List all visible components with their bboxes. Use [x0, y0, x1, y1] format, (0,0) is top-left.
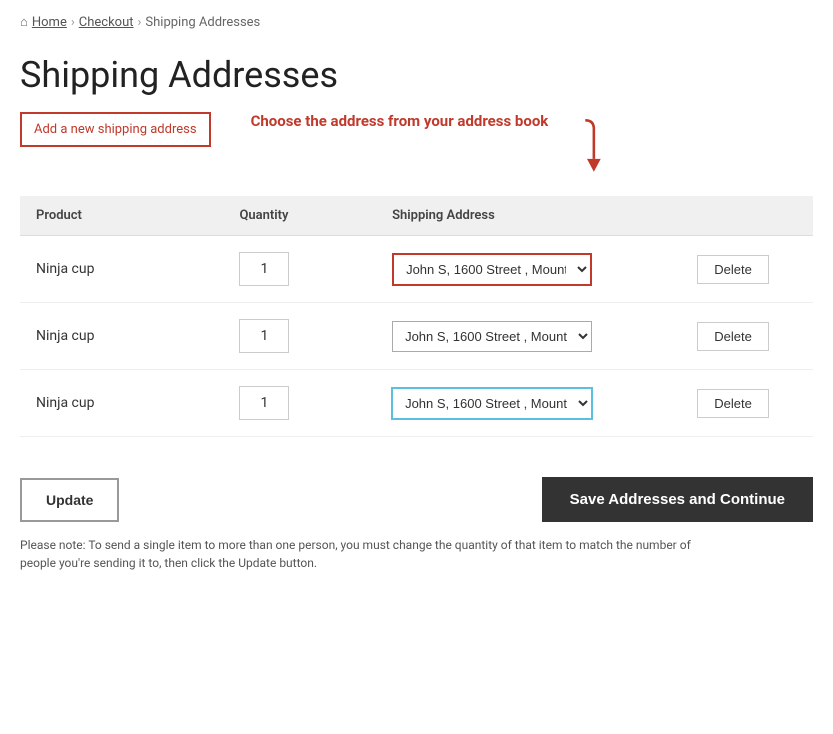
quantity-value: 1	[239, 252, 289, 286]
arrow-annotation	[556, 116, 606, 176]
breadcrumb-checkout[interactable]: Checkout	[79, 15, 134, 30]
page-title: Shipping Addresses	[20, 54, 813, 96]
product-name: Ninja cup	[20, 236, 223, 303]
table-row: Ninja cup 1 John S, 1600 Street , Mounta De…	[20, 236, 813, 303]
add-shipping-address-link[interactable]: Add a new shipping address	[20, 112, 211, 147]
quantity-cell: 1	[223, 370, 376, 437]
table-row: Ninja cup 1 John S, 1600 Street , Mounta De…	[20, 370, 813, 437]
breadcrumb-current: Shipping Addresses	[145, 15, 260, 30]
breadcrumb: ⌂ Home › Checkout › Shipping Addresses	[0, 0, 833, 44]
address-select[interactable]: John S, 1600 Street , Mounta	[392, 253, 592, 286]
shipping-address-cell[interactable]: John S, 1600 Street , Mounta	[376, 303, 681, 370]
delete-button[interactable]: Delete	[697, 255, 769, 284]
footer-actions: Update Save Addresses and Continue	[20, 467, 813, 522]
quantity-cell: 1	[223, 236, 376, 303]
save-addresses-continue-button[interactable]: Save Addresses and Continue	[542, 477, 813, 522]
delete-button[interactable]: Delete	[697, 322, 769, 351]
product-name: Ninja cup	[20, 303, 223, 370]
table-row: Ninja cup 1 John S, 1600 Street , Mounta De…	[20, 303, 813, 370]
address-select[interactable]: John S, 1600 Street , Mounta	[392, 321, 592, 352]
product-name: Ninja cup	[20, 370, 223, 437]
col-header-product: Product	[20, 196, 223, 236]
update-button[interactable]: Update	[20, 478, 119, 522]
note-text: Please note: To send a single item to mo…	[20, 536, 720, 572]
home-icon: ⌂	[20, 14, 28, 30]
delete-cell[interactable]: Delete	[681, 236, 813, 303]
quantity-cell: 1	[223, 303, 376, 370]
callout-text: Choose the address from your address boo…	[251, 112, 549, 130]
col-header-quantity: Quantity	[223, 196, 376, 236]
col-header-action	[681, 196, 813, 236]
delete-cell[interactable]: Delete	[681, 303, 813, 370]
breadcrumb-sep-2: ›	[138, 15, 142, 30]
breadcrumb-home[interactable]: Home	[32, 15, 67, 30]
quantity-value: 1	[239, 319, 289, 353]
address-select[interactable]: John S, 1600 Street , Mounta	[392, 388, 592, 419]
col-header-shipping-address: Shipping Address	[376, 196, 681, 236]
shipping-address-cell[interactable]: John S, 1600 Street , Mounta	[376, 236, 681, 303]
breadcrumb-sep-1: ›	[71, 15, 75, 30]
delete-button[interactable]: Delete	[697, 389, 769, 418]
shipping-address-table: Product Quantity Shipping Address Ninja …	[20, 196, 813, 437]
quantity-value: 1	[239, 386, 289, 420]
shipping-address-cell[interactable]: John S, 1600 Street , Mounta	[376, 370, 681, 437]
delete-cell[interactable]: Delete	[681, 370, 813, 437]
